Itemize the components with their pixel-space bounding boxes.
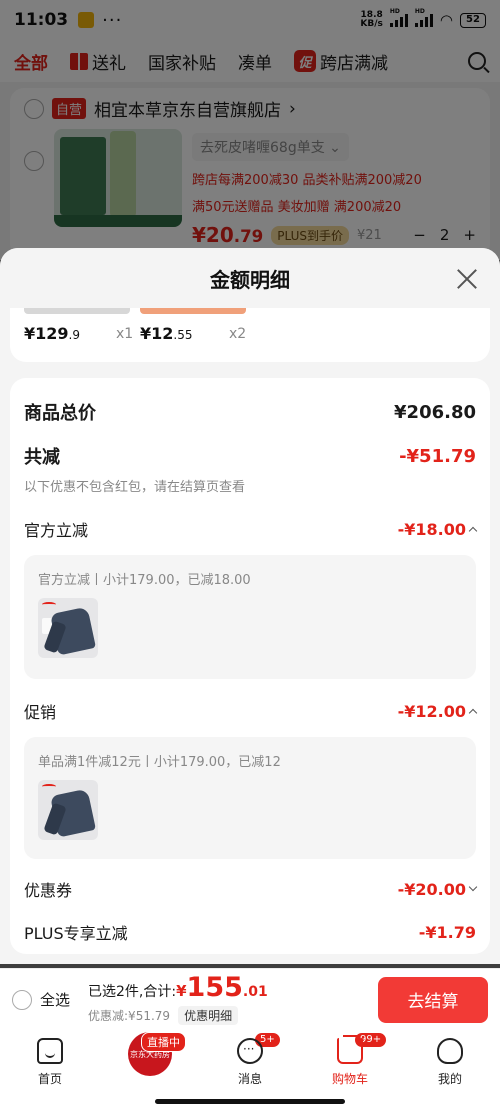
- official-discount-value-wrap: -¥18.00: [397, 519, 478, 539]
- promotion-detail: 单品满1件减12元丨小计179.00，已减12: [24, 737, 476, 859]
- promotion-row[interactable]: 促销 -¥12.00: [24, 685, 478, 737]
- goods-total-value: ¥206.80: [394, 401, 476, 423]
- item-price-1: ¥129.9: [24, 324, 80, 343]
- item-price-2-dec: .55: [173, 328, 193, 342]
- total-amount-dec: .01: [242, 983, 268, 1000]
- order-summary: 已选2件,合计: ¥155.01 优惠减:¥51.79 优惠明细: [88, 971, 268, 1025]
- summary-sub: 优惠减:¥51.79 优惠明细: [88, 1005, 268, 1025]
- tab-home[interactable]: 首页: [0, 1030, 100, 1111]
- discount-detail-button[interactable]: 优惠明细: [178, 1005, 239, 1025]
- item-price-2-int: ¥12: [140, 324, 174, 343]
- chevron-up-icon: [468, 526, 478, 536]
- selected-count-text: 已选2件,合计:: [88, 983, 177, 1000]
- goods-total-row: 商品总价 ¥206.80: [24, 378, 476, 442]
- live-badge: 直播中: [141, 1032, 186, 1052]
- item-price-1-int: ¥129: [24, 324, 69, 343]
- brand-logo-icon: [42, 784, 56, 789]
- item-thumb-strip-2: [140, 308, 246, 314]
- total-amount-int: 155: [186, 971, 243, 1003]
- select-all-checkbox[interactable]: [12, 989, 32, 1010]
- jacket-product-thumbnail[interactable]: [38, 780, 98, 840]
- item-qty-1: x1: [116, 326, 134, 342]
- sheet-title: 金额明细: [210, 267, 290, 292]
- message-icon: [237, 1038, 263, 1064]
- tab-cart-label: 购物车: [331, 1072, 368, 1086]
- coupon-row[interactable]: 优惠券 -¥20.00: [24, 867, 478, 911]
- select-all-toggle[interactable]: 全选: [12, 989, 70, 1010]
- promotion-detail-text: 单品满1件减12元丨小计179.00，已减12: [38, 755, 281, 770]
- reduction-note: 以下优惠不包含红包，请在结算页查看: [24, 480, 246, 495]
- brand-logo-icon: [42, 602, 56, 607]
- official-discount-value: -¥18.00: [397, 519, 466, 539]
- home-icon: [37, 1038, 63, 1064]
- home-indicator: [155, 1099, 345, 1104]
- selected-items-card: ¥129.9 x1 ¥12.55 x2: [10, 308, 490, 362]
- close-icon[interactable]: [456, 268, 478, 290]
- total-reduction-row: 共减 -¥51.79: [24, 442, 476, 470]
- item-thumb-strip-1: [24, 308, 130, 314]
- official-discount-row[interactable]: 官方立减 -¥18.00: [24, 503, 478, 555]
- profile-icon: [437, 1038, 463, 1064]
- total-reduction-value: -¥51.79: [399, 445, 476, 467]
- official-discount-detail-text: 官方立减丨小计179.00，已减18.00: [38, 573, 251, 588]
- tab-home-label: 首页: [37, 1072, 62, 1086]
- tab-me-label: 我的: [437, 1072, 462, 1086]
- jacket-product-thumbnail[interactable]: [38, 598, 98, 658]
- coupon-value-wrap: -¥20.00: [397, 879, 478, 899]
- coupon-value: -¥20.00: [397, 879, 466, 899]
- plus-discount-value: -¥1.79: [418, 922, 476, 942]
- checkout-button[interactable]: 去结算: [378, 976, 488, 1023]
- promotion-value-wrap: -¥12.00: [397, 701, 478, 721]
- total-reduction-label: 共减: [24, 447, 60, 468]
- promotion-label: 促销: [24, 703, 57, 722]
- chevron-up-icon: [468, 708, 478, 718]
- plus-discount-row: PLUS专享立减 -¥1.79: [24, 911, 476, 953]
- official-discount-detail: 官方立减丨小计179.00，已减18.00: [24, 555, 476, 679]
- discount-text: 优惠减:¥51.79: [88, 1008, 171, 1023]
- checkout-bar: 全选 已选2件,合计: ¥155.01 优惠减:¥51.79 优惠明细 去结算: [0, 968, 500, 1030]
- sheet-header: 金额明细: [0, 248, 500, 308]
- goods-total-label: 商品总价: [24, 403, 96, 424]
- promotion-value: -¥12.00: [397, 701, 466, 721]
- summary-main: 已选2件,合计: ¥155.01: [88, 971, 268, 1005]
- tab-messages-label: 消息: [237, 1072, 262, 1086]
- tab-me[interactable]: 我的: [400, 1030, 500, 1111]
- official-discount-label: 官方立减: [24, 521, 89, 540]
- select-all-label: 全选: [40, 991, 71, 1009]
- total-amount: ¥155.01: [176, 971, 268, 1005]
- chevron-down-icon: [468, 882, 478, 892]
- item-price-1-dec: .9: [68, 328, 80, 342]
- plus-discount-label: PLUS专享立减: [24, 924, 128, 943]
- total-amount-currency: ¥: [176, 981, 187, 1000]
- price-detail-card: 商品总价 ¥206.80 共减 -¥51.79 以下优惠不包含红包，请在结算页查…: [10, 378, 490, 954]
- cart-icon: [337, 1035, 363, 1064]
- item-qty-2: x2: [229, 326, 247, 342]
- item-price-2: ¥12.55: [140, 324, 193, 343]
- coupon-label: 优惠券: [24, 881, 73, 900]
- amount-detail-sheet: 金额明细 ¥129.9 x1 ¥12.55 x2 商品总价 ¥206.80 共减…: [0, 248, 500, 964]
